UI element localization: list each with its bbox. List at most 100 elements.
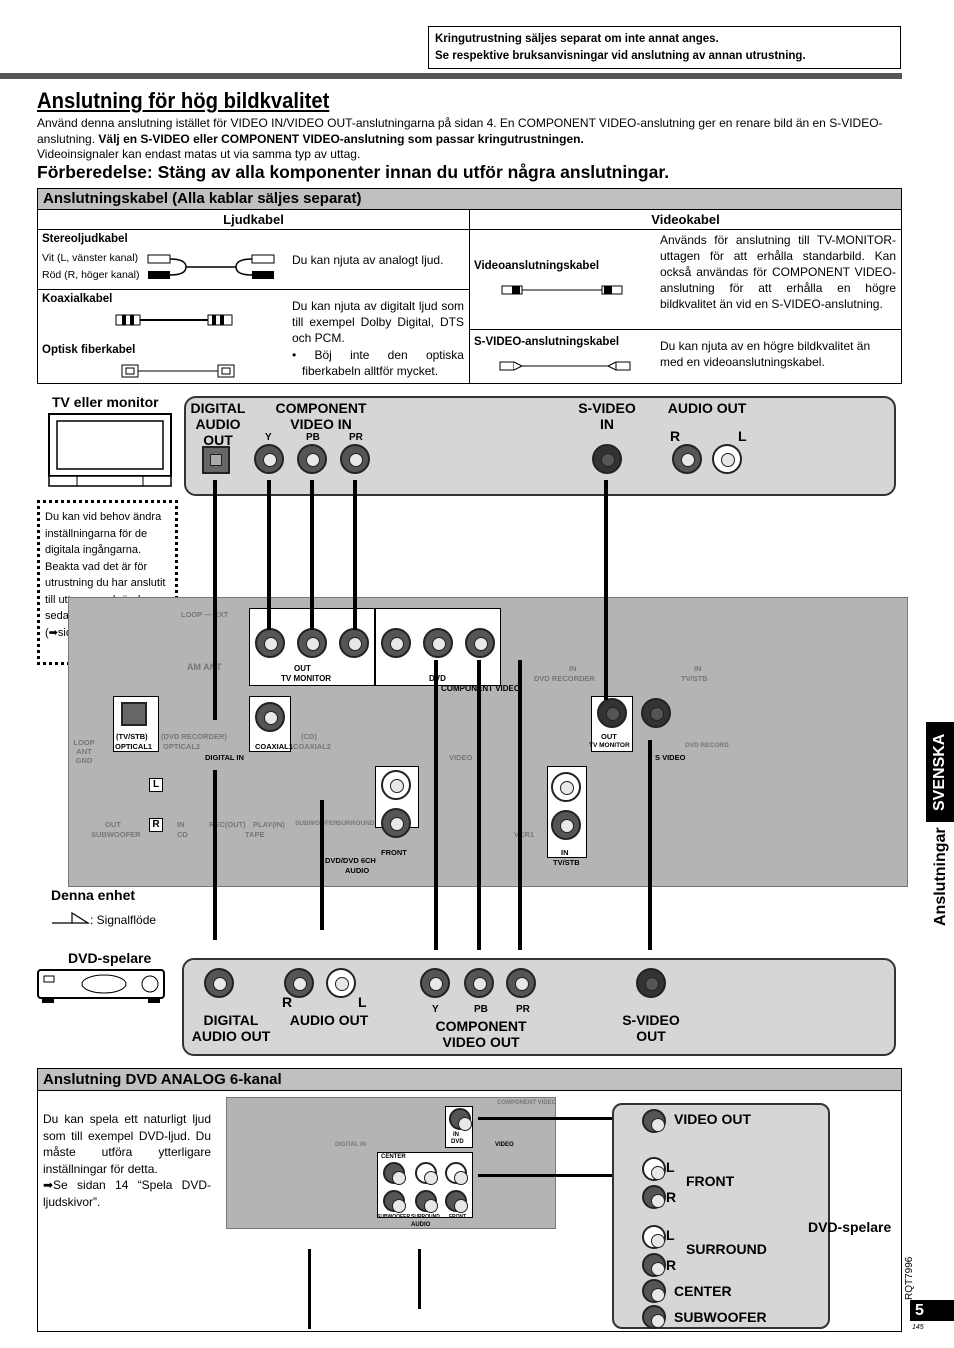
audio-r-marker: R bbox=[149, 818, 163, 832]
audio-label: AUDIO bbox=[345, 866, 370, 875]
component-dvd-pb-cable bbox=[477, 660, 481, 950]
unit-label: Denna enhet bbox=[51, 887, 136, 903]
subwoofer-out-label: OUT bbox=[105, 820, 121, 829]
tv-svideo-in-label: S-VIDEO IN bbox=[578, 400, 636, 432]
dvd-pr-label: PR bbox=[516, 1004, 530, 1015]
dvd-surround-r-jack[interactable] bbox=[642, 1253, 666, 1277]
tv-optical-jack[interactable] bbox=[202, 446, 230, 474]
audio-dvd-cable bbox=[320, 800, 324, 930]
rcv-front-r-jack[interactable] bbox=[381, 808, 411, 838]
video-cable-desc: Används för anslutning till TV-MONITOR-u… bbox=[660, 233, 896, 311]
mini-center-jack[interactable] bbox=[383, 1162, 406, 1185]
dvd-y-label: Y bbox=[432, 1004, 439, 1015]
dvd-center-label: CENTER bbox=[674, 1283, 732, 1299]
tape-play-label: PLAY(IN) bbox=[253, 820, 285, 829]
rcv-optical1-jack[interactable] bbox=[121, 702, 147, 726]
dvd6ch-label: DVD/DVD 6CH bbox=[325, 856, 376, 865]
mini-digital-in-label: DIGITAL IN bbox=[335, 1142, 367, 1148]
dvd-surround-label: SURROUND bbox=[686, 1241, 767, 1257]
rcv-svideo-out-jack[interactable] bbox=[597, 698, 627, 728]
dvd6-sur-label: SURROUND bbox=[337, 820, 375, 827]
svideo-out-label: OUT bbox=[601, 732, 617, 741]
dvd-digital-audio-out-jack[interactable] bbox=[204, 968, 234, 998]
dvd-svideo-out-jack[interactable] bbox=[636, 968, 666, 998]
rcv-tvstb-l-jack[interactable] bbox=[551, 772, 581, 802]
dvd-comp-pr-jack[interactable] bbox=[506, 968, 536, 998]
tv-svideo-jack[interactable] bbox=[592, 444, 622, 474]
mini-video-cable bbox=[478, 1117, 613, 1120]
dvd6-front-label: FRONT bbox=[381, 848, 407, 857]
optical2-sub-label: (DVD RECORDER) bbox=[161, 732, 227, 741]
tv-audio-out-label: AUDIO OUT bbox=[667, 400, 747, 416]
vcr1-label: VCR1 bbox=[514, 830, 535, 839]
dvd-center-jack[interactable] bbox=[642, 1279, 666, 1303]
mini-surround-l-jack[interactable] bbox=[415, 1162, 438, 1185]
page-number: 5 bbox=[910, 1300, 954, 1321]
dvd-front-r-jack[interactable] bbox=[642, 1185, 666, 1209]
mini-subwoofer-label: SUBWOOFER bbox=[377, 1214, 411, 1220]
dvd-surround-l-jack[interactable] bbox=[642, 1225, 666, 1249]
loop-ext-label: LOOP — EXT bbox=[181, 610, 229, 619]
svideo-cable-desc: Du kan njuta av en högre bildkvalitet än… bbox=[660, 339, 871, 369]
mini-front-l-jack[interactable] bbox=[445, 1162, 468, 1185]
cable-table: Anslutningskabel (Alla kablar säljes sep… bbox=[37, 188, 902, 384]
rcv-comp-out-pr-jack[interactable] bbox=[339, 628, 369, 658]
page-sub-number: 145 bbox=[912, 1324, 924, 1331]
svideo-dvd-cable bbox=[648, 740, 652, 950]
coax-cable-icon bbox=[115, 314, 233, 326]
dvd-6ch-output-panel: VIDEO OUT L R FRONT L R SURROUND CENTER … bbox=[612, 1103, 830, 1329]
rcv-comp-dvd-y-jack[interactable] bbox=[381, 628, 411, 658]
mini-component-video-label: COMPONENT VIDEO bbox=[497, 1100, 557, 1106]
svideo-dvd-rec-label: DVD RECORD bbox=[685, 742, 729, 749]
stereo-cable-icon bbox=[147, 254, 275, 279]
dvd-digital-audio-out-label: DIGITAL AUDIO OUT bbox=[191, 1012, 271, 1044]
video-cable-header: Videokabel bbox=[470, 210, 901, 230]
tv-audio-l-label: L bbox=[738, 428, 747, 444]
optical-cable-label: Optisk fiberkabel bbox=[42, 344, 136, 356]
rcv-comp-dvd-pb-jack[interactable] bbox=[423, 628, 453, 658]
optical1-label: OPTICAL1 bbox=[115, 742, 153, 751]
component-pr-cable bbox=[353, 480, 357, 630]
mini-surround-r-jack[interactable] bbox=[415, 1190, 438, 1213]
dvd-comp-y-jack[interactable] bbox=[420, 968, 450, 998]
mini-front-cable bbox=[478, 1174, 613, 1177]
tv-component-video-in-label: COMPONENT VIDEO IN bbox=[275, 400, 367, 432]
rcv-coaxial1-jack[interactable] bbox=[255, 702, 285, 732]
section2-ref: ➡Se sidan 14 “Spela DVD-ljudskivor”. bbox=[43, 1178, 211, 1209]
rcv-front-l-jack[interactable] bbox=[381, 770, 411, 800]
mini-dvd-video-jack[interactable] bbox=[449, 1108, 472, 1131]
mini-subwoofer-jack[interactable] bbox=[383, 1190, 406, 1213]
intro-text: Använd denna anslutning istället för VID… bbox=[37, 116, 907, 163]
dvd-pb-label: PB bbox=[474, 1004, 488, 1015]
dvd-player-icon bbox=[37, 969, 165, 1003]
tv-audio-l-jack[interactable] bbox=[712, 444, 742, 474]
rcv-comp-out-pb-jack[interactable] bbox=[297, 628, 327, 658]
rcv-comp-out-y-jack[interactable] bbox=[255, 628, 285, 658]
stereo-cable-label: Stereoljudkabel bbox=[42, 233, 128, 245]
mini-front-r-jack[interactable] bbox=[445, 1190, 468, 1213]
video-cable-label: Videoanslutningskabel bbox=[474, 260, 600, 272]
rcv-comp-dvd-pr-jack[interactable] bbox=[465, 628, 495, 658]
dvd-6ch-section: Anslutning DVD ANALOG 6-kanal Du kan spe… bbox=[37, 1068, 902, 1332]
dvd-comp-pb-jack[interactable] bbox=[464, 968, 494, 998]
dvd-front-l-jack[interactable] bbox=[642, 1157, 666, 1181]
mini-front-label: FRONT bbox=[449, 1214, 467, 1220]
tv-component-pr-jack[interactable] bbox=[340, 444, 370, 474]
dvd-surround-l-label: L bbox=[666, 1227, 675, 1243]
dvd-audio-out-label: AUDIO OUT bbox=[289, 1012, 369, 1028]
tv-component-pb-jack[interactable] bbox=[297, 444, 327, 474]
tv-component-y-jack[interactable] bbox=[254, 444, 284, 474]
dvd-device-label: DVD-spelare bbox=[68, 950, 152, 966]
notice-line-2: Se respektive bruksanvisningar vid anslu… bbox=[435, 50, 806, 62]
dvd-subwoofer-jack[interactable] bbox=[642, 1305, 666, 1329]
rcv-svideo-in-jack[interactable] bbox=[641, 698, 671, 728]
optical2-label: OPTICAL2 bbox=[163, 742, 201, 751]
audio-tvstb-in-label: IN bbox=[561, 848, 569, 857]
tv-audio-r-jack[interactable] bbox=[672, 444, 702, 474]
tv-digital-audio-out-label: DIGITAL AUDIO OUT bbox=[190, 400, 246, 448]
dvd-audio-l-label: L bbox=[358, 994, 367, 1010]
dvd-video-out-jack[interactable] bbox=[642, 1109, 666, 1133]
rcv-tvstb-r-jack[interactable] bbox=[551, 810, 581, 840]
dvd-audio-l-jack[interactable] bbox=[326, 968, 356, 998]
video-cable-icon bbox=[501, 285, 623, 295]
